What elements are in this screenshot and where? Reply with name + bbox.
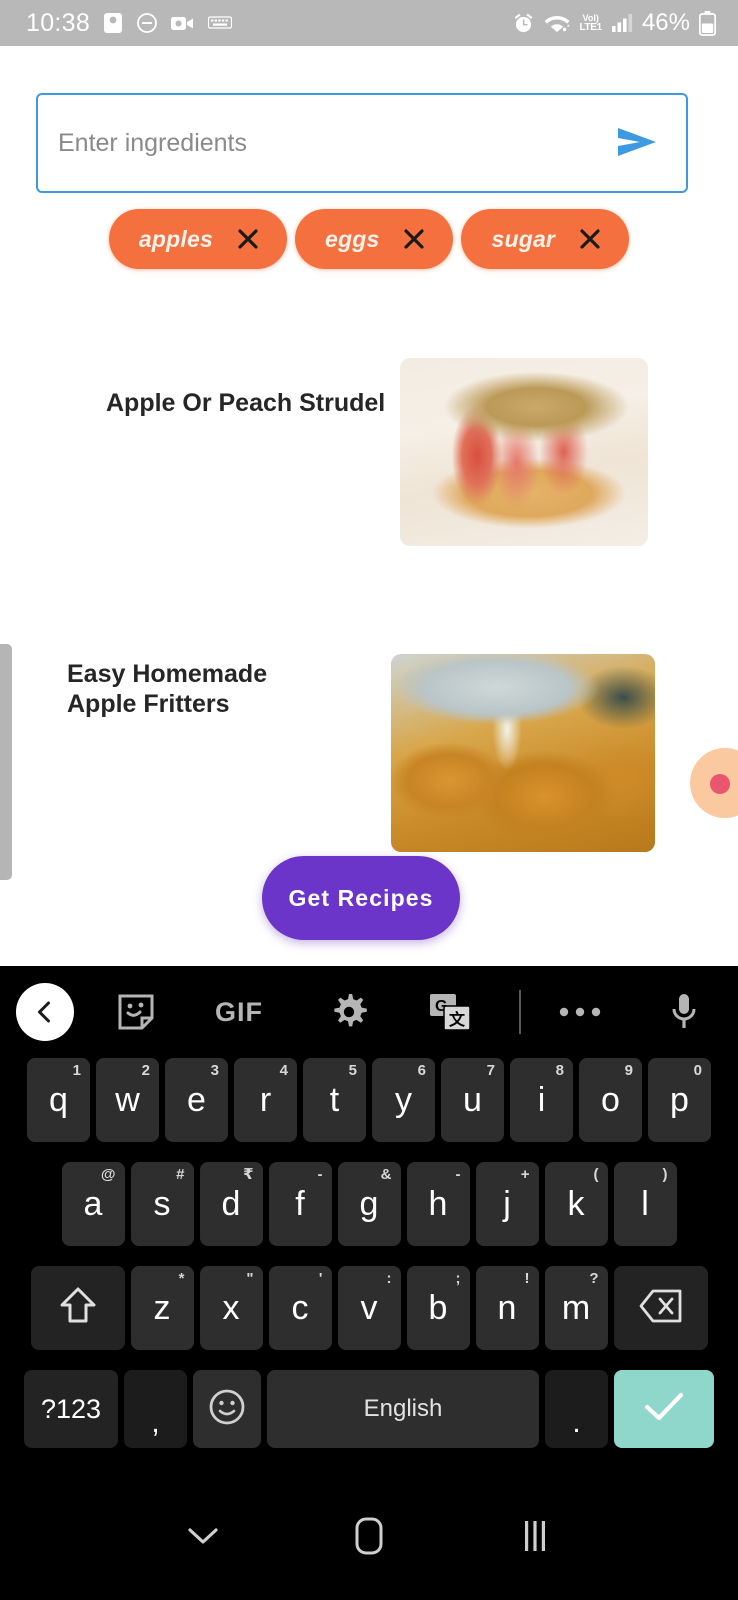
key-s[interactable]: # s [130, 1162, 194, 1246]
key-f[interactable]: -f [268, 1162, 332, 1246]
apple-fritters-photo [391, 654, 655, 852]
keyboard-row-2: @ a # s ₹ d -f & g -h + j (k ) l [0, 1162, 738, 1246]
emoji-key[interactable] [193, 1370, 261, 1448]
status-bar-right: VoI) LTE1 46% [512, 9, 716, 37]
chip-label: eggs [324, 225, 380, 252]
apple-peach-strudel-photo [400, 358, 648, 546]
checkmark-icon [642, 1390, 686, 1429]
shift-icon [59, 1286, 97, 1331]
key-v[interactable]: :v [337, 1266, 401, 1350]
gif-label: GIF [215, 996, 263, 1027]
key-a[interactable]: @ a [61, 1162, 125, 1246]
key-h[interactable]: -h [406, 1162, 470, 1246]
keyboard-icon [208, 15, 233, 31]
battery-percent: 46% [641, 9, 690, 36]
shift-key[interactable] [30, 1266, 125, 1350]
symbols-key[interactable]: ?123 [24, 1370, 118, 1448]
key-l[interactable]: ) l [613, 1162, 677, 1246]
translate-icon[interactable]: G文 [428, 992, 472, 1032]
back-chevron-icon[interactable] [16, 983, 74, 1041]
keyboard-row-3: * z " x ' c :v ; b ! n ? m [0, 1266, 738, 1350]
battery-icon [699, 10, 716, 36]
status-bar-left: 10:38 [26, 8, 233, 38]
keyboard-row-4: ?123 , English . [0, 1370, 738, 1448]
recipe-thumbnail[interactable] [400, 358, 648, 546]
volte-icon: VoI) LTE1 [579, 12, 602, 33]
keyboard-row-1: 1q 2w 3e 4r 5t 6y 7u 8i 9o 0p [0, 1058, 738, 1142]
key-j[interactable]: + j [475, 1162, 539, 1246]
key-z[interactable]: * z [130, 1266, 194, 1350]
ingredient-search-box[interactable] [36, 93, 688, 193]
wifi-icon [544, 13, 571, 33]
key-p[interactable]: 0p [648, 1058, 711, 1142]
recipe-title: Easy Homemade Apple Fritters [67, 660, 268, 718]
backspace-key[interactable] [613, 1266, 708, 1350]
chip-label: sugar [491, 225, 556, 252]
toolbar-divider [519, 990, 521, 1034]
phone-screen: 10:38 VoI) LTE1 46% Enter ingredients ap… [0, 0, 738, 1600]
key-d[interactable]: ₹ d [199, 1162, 263, 1246]
backspace-icon [639, 1289, 683, 1328]
key-u[interactable]: 7u [441, 1058, 504, 1142]
key-c[interactable]: ' c [268, 1266, 332, 1350]
status-bar: 10:38 VoI) LTE1 46% [0, 0, 738, 46]
key-b[interactable]: ; b [406, 1266, 470, 1350]
do-not-disturb-icon [136, 12, 158, 34]
recipe-thumbnail[interactable] [391, 654, 655, 852]
more-options-icon[interactable] [556, 1004, 604, 1020]
key-n[interactable]: ! n [475, 1266, 539, 1350]
key-w[interactable]: 2w [96, 1058, 159, 1142]
key-x[interactable]: " x [199, 1266, 263, 1350]
period-key[interactable]: . [545, 1370, 608, 1448]
ingredient-chip[interactable]: eggs [294, 209, 454, 269]
home-icon[interactable] [334, 1501, 404, 1571]
key-o[interactable]: 9o [579, 1058, 642, 1142]
comma-key[interactable]: , [124, 1370, 187, 1448]
get-recipes-button[interactable]: Get Recipes [262, 856, 460, 940]
screen-record-icon [102, 12, 124, 34]
ingredient-chip[interactable]: apples [108, 209, 287, 269]
scrollbar[interactable] [0, 644, 12, 880]
close-icon[interactable] [577, 226, 603, 252]
key-g[interactable]: & g [337, 1162, 401, 1246]
status-clock: 10:38 [26, 8, 91, 37]
send-button[interactable] [610, 120, 664, 166]
space-key[interactable]: English [267, 1370, 539, 1448]
gear-icon[interactable] [328, 991, 370, 1033]
keyboard-toolbar: GIF G文 [0, 966, 738, 1058]
key-i[interactable]: 8i [510, 1058, 573, 1142]
video-camera-icon [170, 13, 196, 33]
key-t[interactable]: 5t [303, 1058, 366, 1142]
chip-label: apples [138, 225, 213, 252]
close-icon[interactable] [235, 226, 261, 252]
key-k[interactable]: (k [544, 1162, 608, 1246]
recent-apps-icon[interactable] [500, 1501, 570, 1571]
key-r[interactable]: 4r [234, 1058, 297, 1142]
key-m[interactable]: ? m [544, 1266, 608, 1350]
system-nav-bar [0, 1471, 738, 1600]
ingredient-chip-list: apples eggs sugar [0, 209, 738, 269]
send-icon [614, 123, 660, 164]
floating-action-button[interactable] [690, 748, 738, 818]
app-content: apples eggs sugar Apple Or Peach Strudel [0, 46, 738, 966]
key-q[interactable]: 1q [27, 1058, 90, 1142]
emoji-icon [208, 1388, 246, 1431]
svg-text:文: 文 [449, 1010, 466, 1029]
signal-bars-icon [611, 13, 633, 33]
sticker-icon[interactable] [116, 992, 156, 1032]
key-e[interactable]: 3e [165, 1058, 228, 1142]
keyboard-rows: 1q 2w 3e 4r 5t 6y 7u 8i 9o 0p @ a # s ₹ d -… [0, 1058, 738, 1448]
gif-icon[interactable]: GIF [215, 997, 263, 1028]
close-icon[interactable] [401, 226, 427, 252]
microphone-icon[interactable] [668, 991, 700, 1033]
ingredient-search-wrapper [36, 93, 688, 193]
on-screen-keyboard: GIF G文 1q 2w 3e 4r 5t 6y 7 u 8 i 9 o 0 p… [0, 966, 738, 1471]
ingredient-chip[interactable]: sugar [461, 209, 630, 269]
chevron-down-icon[interactable] [168, 1501, 238, 1571]
alarm-icon [512, 12, 535, 35]
recipe-title: Apple Or Peach Strudel [106, 389, 386, 417]
search-input[interactable] [58, 128, 610, 158]
enter-key[interactable] [614, 1370, 714, 1448]
key-y[interactable]: 6y [372, 1058, 435, 1142]
